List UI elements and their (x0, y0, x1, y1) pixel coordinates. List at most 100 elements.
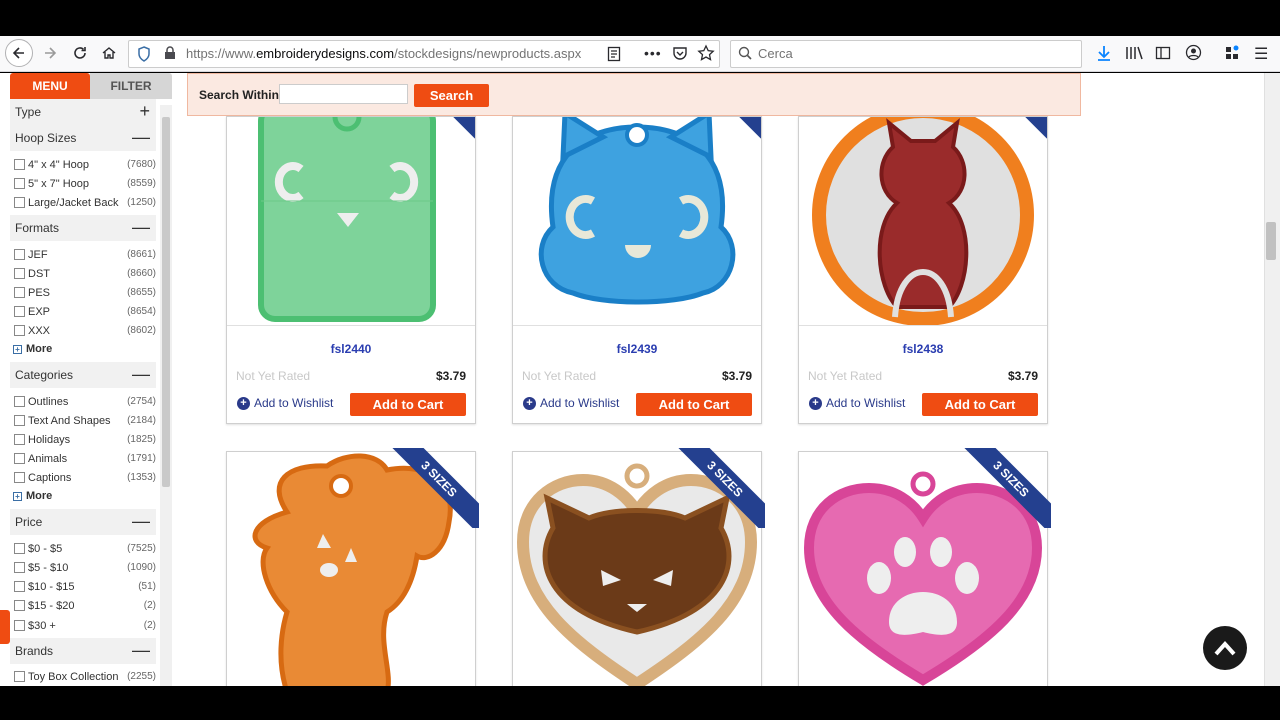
option-label: 5" x 7" Hoop (28, 177, 90, 190)
feedback-tab[interactable] (0, 610, 10, 644)
filter-option[interactable]: $15 - $20 (2) (14, 597, 156, 614)
filter-option[interactable]: EXP (8654) (14, 303, 156, 320)
library-icon[interactable] (1125, 45, 1143, 66)
product-card[interactable]: fsl2440 Not Yet Rated $3.79 + Add to Wish… (226, 116, 476, 424)
option-count: (1353) (127, 472, 156, 483)
url-text[interactable]: https://www.embroiderydesigns.com/stockd… (186, 46, 581, 61)
account-icon[interactable] (1185, 44, 1202, 66)
section-price[interactable]: Price — (10, 509, 156, 535)
extensions-icon[interactable] (1225, 44, 1241, 66)
checkbox[interactable] (14, 159, 25, 170)
tracking-shield-icon[interactable] (137, 46, 151, 67)
section-brands[interactable]: Brands — (10, 638, 156, 664)
filter-option[interactable]: XXX (8602) (14, 322, 156, 339)
section-hoop-sizes[interactable]: Hoop Sizes — (10, 125, 156, 151)
expand-icon[interactable]: + (139, 101, 150, 122)
reload-button[interactable] (67, 41, 93, 65)
filter-option[interactable]: Large/Jacket Back (1250) (14, 194, 156, 211)
product-card[interactable]: fsl2439 Not Yet Rated $3.79 + Add to Wish… (512, 116, 762, 424)
filter-option[interactable]: 5" x 7" Hoop (8559) (14, 175, 156, 192)
pocket-icon[interactable] (672, 45, 688, 66)
page-scrollbar[interactable] (1264, 73, 1280, 686)
sidebar-scrollbar-thumb[interactable] (162, 117, 170, 487)
back-button[interactable] (5, 39, 33, 67)
add-to-wishlist-link[interactable]: + Add to Wishlist (809, 396, 905, 410)
checkbox[interactable] (14, 306, 25, 317)
page-actions-icon[interactable]: ••• (644, 45, 662, 61)
search-button[interactable]: Search (414, 84, 489, 107)
filter-option[interactable]: JEF (8661) (14, 246, 156, 263)
filter-option[interactable]: DST (8660) (14, 265, 156, 282)
option-label: JEF (28, 248, 48, 261)
checkbox[interactable] (14, 543, 25, 554)
search-within-input[interactable] (279, 84, 408, 104)
filter-option[interactable]: 4" x 4" Hoop (7680) (14, 156, 156, 173)
checkbox[interactable] (14, 600, 25, 611)
checkbox[interactable] (14, 671, 25, 682)
checkbox[interactable] (14, 620, 25, 631)
filter-option[interactable]: PES (8655) (14, 284, 156, 301)
more-categories-link[interactable]: + More (13, 488, 52, 504)
checkbox[interactable] (14, 472, 25, 483)
filter-option[interactable]: $5 - $10 (1090) (14, 559, 156, 576)
filter-option[interactable]: Toy Box Collection (2255) (14, 668, 156, 685)
home-button[interactable] (96, 41, 122, 65)
section-formats[interactable]: Formats — (10, 215, 156, 241)
checkbox[interactable] (14, 434, 25, 445)
lock-icon[interactable] (164, 46, 176, 65)
more-formats-link[interactable]: + More (13, 341, 52, 357)
product-sku-link[interactable]: fsl2440 (227, 342, 475, 356)
add-to-cart-button[interactable]: Add to Cart (636, 393, 752, 416)
product-image[interactable] (227, 117, 475, 325)
bookmark-star-icon[interactable] (697, 44, 715, 67)
filter-option[interactable]: $30 + (2) (14, 617, 156, 634)
tab-filter[interactable]: FILTER (90, 73, 172, 99)
filter-option[interactable]: Holidays (1825) (14, 431, 156, 448)
add-to-cart-button[interactable]: Add to Cart (350, 393, 466, 416)
add-to-cart-button[interactable]: Add to Cart (922, 393, 1038, 416)
filter-option[interactable]: $10 - $15 (51) (14, 578, 156, 595)
checkbox[interactable] (14, 415, 25, 426)
checkbox[interactable] (14, 197, 25, 208)
filter-option[interactable]: $0 - $5 (7525) (14, 540, 156, 557)
checkbox[interactable] (14, 268, 25, 279)
downloads-icon[interactable] (1096, 44, 1112, 67)
reader-view-icon[interactable] (607, 46, 621, 67)
collapse-icon[interactable]: — (132, 364, 150, 385)
forward-button[interactable] (37, 41, 63, 65)
checkbox[interactable] (14, 325, 25, 336)
checkbox[interactable] (14, 287, 25, 298)
product-sku-link[interactable]: fsl2439 (513, 342, 761, 356)
scroll-to-top-button[interactable] (1203, 626, 1247, 670)
collapse-icon[interactable]: — (132, 217, 150, 238)
page-scrollbar-thumb[interactable] (1266, 222, 1276, 260)
collapse-icon[interactable]: — (132, 127, 150, 148)
section-type[interactable]: Type + (10, 99, 156, 125)
product-sku-link[interactable]: fsl2438 (799, 342, 1047, 356)
product-card[interactable]: fsl2438 Not Yet Rated $3.79 + Add to Wish… (798, 116, 1048, 424)
sidebar-toggle-icon[interactable] (1155, 45, 1171, 66)
tab-menu[interactable]: MENU (10, 73, 90, 99)
filter-option[interactable]: Animals (1791) (14, 450, 156, 467)
checkbox[interactable] (14, 581, 25, 592)
checkbox[interactable] (14, 178, 25, 189)
add-to-wishlist-link[interactable]: + Add to Wishlist (237, 396, 333, 410)
product-footer: fsl2438 Not Yet Rated $3.79 + Add to Wish… (799, 325, 1047, 425)
product-card[interactable]: 3 SIZES (798, 448, 1051, 686)
product-card[interactable]: 3 SIZES (512, 448, 765, 686)
collapse-icon[interactable]: — (132, 511, 150, 532)
collapse-icon[interactable]: — (132, 640, 150, 661)
checkbox[interactable] (14, 453, 25, 464)
add-to-wishlist-link[interactable]: + Add to Wishlist (523, 396, 619, 410)
product-card[interactable]: 3 SIZES (226, 448, 479, 686)
checkbox[interactable] (14, 396, 25, 407)
product-image[interactable] (513, 117, 761, 325)
product-image[interactable] (799, 117, 1047, 325)
filter-option[interactable]: Text And Shapes (2184) (14, 412, 156, 429)
checkbox[interactable] (14, 249, 25, 260)
filter-option[interactable]: Outlines (2754) (14, 393, 156, 410)
section-categories[interactable]: Categories — (10, 362, 156, 388)
filter-option[interactable]: Captions (1353) (14, 469, 156, 486)
hamburger-menu-icon[interactable]: ☰ (1254, 44, 1268, 64)
checkbox[interactable] (14, 562, 25, 573)
